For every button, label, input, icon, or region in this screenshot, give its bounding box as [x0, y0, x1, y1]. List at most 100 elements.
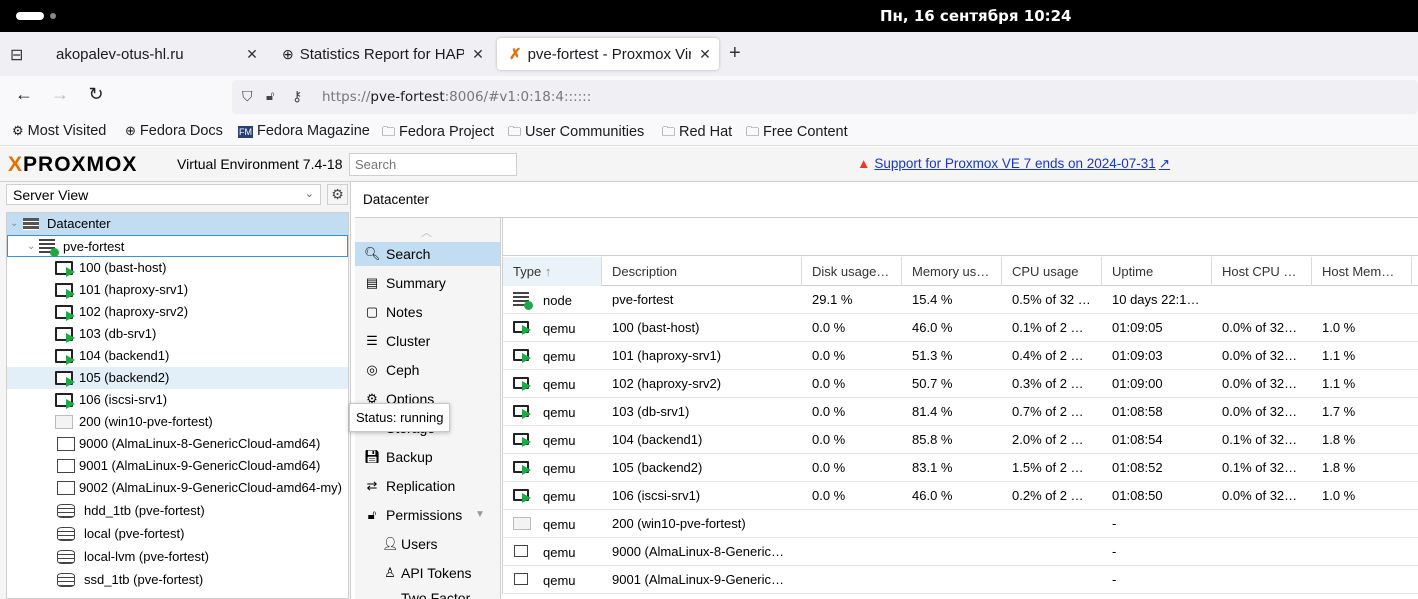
folder-icon: 🗀︎ — [508, 124, 522, 139]
menu-item-search[interactable]: 🔍︎ Search — [355, 242, 500, 266]
url-text[interactable]: https://pve-fortest:8006/#v1:0:18:4:::::… — [322, 89, 591, 105]
table-row[interactable]: node pve-fortest 29.1 % 15.4 % 0.5% of 32 … 1… — [502, 286, 1418, 314]
bookmark-fedora-docs[interactable]: ⊕ Fedora Docs — [125, 123, 223, 139]
column-header-host-mem[interactable]: Host Mem… — [1312, 257, 1412, 286]
datacenter-icon — [23, 218, 39, 230]
column-header-type[interactable]: Type ↑ — [503, 257, 602, 286]
column-header-disk-usage[interactable]: Disk usage… — [802, 257, 902, 286]
column-header-description[interactable]: Description — [602, 257, 802, 286]
expand-arrow-icon[interactable]: ▼ — [475, 503, 485, 527]
bookmark-user-communities[interactable]: 🗀︎ User Communities — [508, 123, 644, 145]
vm-running-icon — [513, 461, 531, 475]
tree-node-vm-104[interactable]: 104 (backend1) — [7, 345, 348, 367]
menu-item-summary[interactable]: ▤ Summary — [355, 271, 500, 295]
table-cell: 10 days 22:1… — [1112, 292, 1200, 307]
forward-arrow-icon[interactable]: → — [46, 84, 74, 110]
new-tab-icon[interactable]: + — [729, 42, 741, 65]
bookmark-red-hat[interactable]: 🗀︎ Red Hat — [662, 123, 732, 145]
url-path: :8006/#v1:0:18:4:::::: — [444, 89, 592, 105]
tree-node-vm-106[interactable]: 106 (iscsi-srv1) — [7, 389, 348, 411]
bookmark-free-content[interactable]: 🗀︎ Free Content — [746, 123, 848, 145]
table-row[interactable]: qemu 102 (haproxy-srv2) 0.0 % 50.7 % 0.3% of… — [502, 370, 1418, 398]
table-row[interactable]: qemu 100 (bast-host) 0.0 % 46.0 % 0.1% of 2 … — [502, 314, 1418, 342]
collapse-icon[interactable]: ⌄ — [10, 213, 18, 235]
table-cell: 0.0% of 32… — [1222, 404, 1298, 419]
table-cell: qemu — [503, 482, 602, 509]
tree-node-pve-fortest[interactable]: ⌄ pve-fortest — [7, 235, 348, 257]
table-cell: 0.0% of 32… — [1222, 320, 1298, 335]
menu-item-backup[interactable]: 💾︎ Backup — [355, 445, 500, 469]
table-row[interactable]: qemu 105 (backend2) 0.0 % 83.1 % 1.5% of 2 …… — [502, 454, 1418, 482]
reload-icon[interactable]: ↻ — [82, 84, 110, 110]
menu-item-users[interactable]: 👤︎ Users — [355, 532, 500, 556]
table-row[interactable]: qemu 104 (backend1) 0.0 % 85.8 % 2.0% of 2 …… — [502, 426, 1418, 454]
browser-tab-3-active[interactable]: ✗ pve-fortest - Proxmox Virtual Environm… — [497, 38, 719, 70]
table-cell: 0.0% of 32… — [1222, 348, 1298, 363]
tree-node-template-9001[interactable]: 9001 (AlmaLinux-9-GenericCloud-amd64) — [7, 455, 348, 477]
bookmark-most-visited[interactable]: ⚙ Most Visited — [12, 123, 106, 139]
proxmox-logo[interactable]: XPROXMOX — [8, 153, 137, 177]
system-clock[interactable]: Пн, 16 сентября 10:24 — [880, 7, 1072, 25]
tree-node-template-9002[interactable]: 9002 (AlmaLinux-9-GenericCloud-amd64-my) — [7, 477, 348, 499]
column-header-uptime[interactable]: Uptime — [1102, 257, 1212, 286]
vm-running-icon — [55, 393, 75, 409]
tab-close-icon[interactable]: ✕ — [691, 46, 719, 63]
table-cell: 200 (win10-pve-fortest) — [612, 516, 746, 531]
tree-node-vm-100[interactable]: 100 (bast-host) — [7, 257, 348, 279]
view-selector[interactable]: Server View ⌄ — [6, 184, 321, 205]
tree-node-storage-local-lvm[interactable]: local-lvm (pve-fortest) — [7, 546, 348, 568]
vm-running-icon — [513, 321, 531, 335]
column-header-host-cpu[interactable]: Host CPU … — [1212, 257, 1312, 286]
table-cell: 104 (backend1) — [612, 432, 703, 447]
tree-node-vm-103[interactable]: 103 (db-srv1) — [7, 323, 348, 345]
folder-icon: 🗀︎ — [662, 124, 676, 139]
menu-item-ceph[interactable]: ◎ Ceph — [355, 358, 500, 382]
tree-node-vm-102[interactable]: 102 (haproxy-srv2) — [7, 301, 348, 323]
table-cell: 01:08:54 — [1112, 432, 1163, 447]
tree-node-vm-105[interactable]: 105 (backend2) — [7, 367, 348, 389]
resource-search-input[interactable] — [349, 153, 517, 176]
menu-item-label: Cluster — [386, 333, 431, 349]
menu-item-replication[interactable]: ⇄ Replication — [355, 474, 500, 498]
browser-tab-2[interactable]: ⊕ Statistics Report for HAProxy ✕ — [270, 38, 492, 70]
key-icon[interactable]: ⚷ — [292, 88, 302, 105]
column-header-memory-usage[interactable]: Memory us… — [902, 257, 1002, 286]
insecure-lock-icon[interactable]: 🔓︎ — [266, 88, 274, 104]
collapse-icon[interactable]: ⌄ — [27, 236, 35, 258]
tree-node-vm-101[interactable]: 101 (haproxy-srv1) — [7, 279, 348, 301]
menu-item-permissions[interactable]: 🔓︎ Permissions ▼ — [355, 503, 500, 527]
tree-node-storage-local[interactable]: local (pve-fortest) — [7, 523, 348, 545]
tab-close-icon[interactable]: ✕ — [464, 46, 492, 63]
tree-node-label: ssd_1tb (pve-fortest) — [84, 572, 204, 587]
tree-node-template-9000[interactable]: 9000 (AlmaLinux-8-GenericCloud-amd64) — [7, 433, 348, 455]
table-cell — [1312, 510, 1412, 537]
table-row[interactable]: qemu 9000 (AlmaLinux-8-Generic… - — [502, 538, 1418, 566]
tree-node-datacenter[interactable]: ⌄ Datacenter — [7, 213, 348, 235]
tab-overview-icon[interactable]: ⊟ — [10, 45, 23, 65]
back-arrow-icon[interactable]: ← — [10, 84, 38, 110]
workspace-dot[interactable] — [50, 13, 56, 19]
table-row[interactable]: qemu 103 (db-srv1) 0.0 % 81.4 % 0.7% of 2 … 0… — [502, 398, 1418, 426]
tab-close-icon[interactable]: ✕ — [238, 46, 266, 63]
tree-settings-gear-icon[interactable]: ⚙ — [327, 184, 348, 205]
tree-node-storage-hdd[interactable]: hdd_1tb (pve-fortest) — [7, 500, 348, 522]
vm-running-icon — [55, 327, 75, 343]
table-row[interactable]: qemu 200 (win10-pve-fortest) - — [502, 510, 1418, 538]
tree-node-vm-200[interactable]: 200 (win10-pve-fortest) — [7, 411, 348, 433]
table-row[interactable]: qemu 9001 (AlmaLinux-9-Generic… - — [502, 566, 1418, 594]
bookmark-fedora-magazine[interactable]: FM Fedora Magazine — [238, 123, 370, 139]
scroll-up-icon[interactable]: ︿ — [421, 224, 435, 239]
activities-indicator[interactable] — [16, 12, 44, 20]
menu-item-notes[interactable]: ▢ Notes — [355, 300, 500, 324]
column-header-cpu-usage[interactable]: CPU usage — [1002, 257, 1102, 286]
table-row[interactable]: qemu 101 (haproxy-srv1) 0.0 % 51.3 % 0.4% of… — [502, 342, 1418, 370]
shield-icon[interactable]: ⛉ — [242, 88, 253, 105]
bookmark-fedora-project[interactable]: 🗀︎ Fedora Project — [382, 123, 494, 145]
menu-item-api-tokens[interactable]: ♙ API Tokens — [355, 561, 500, 585]
browser-tab-1[interactable]: akopalev-otus-hl.ru ✕ — [44, 38, 266, 70]
table-row[interactable]: qemu 106 (iscsi-srv1) 0.0 % 46.0 % 0.2% of 2… — [502, 482, 1418, 510]
support-notice-link[interactable]: ▲ Support for Proxmox VE 7 ends on 2024-0… — [857, 156, 1170, 172]
menu-item-cluster[interactable]: ☰ Cluster — [355, 329, 500, 353]
menu-item-two-factor[interactable]: Two Factor — [355, 590, 500, 599]
tree-node-storage-ssd[interactable]: ssd_1tb (pve-fortest) — [7, 569, 348, 591]
